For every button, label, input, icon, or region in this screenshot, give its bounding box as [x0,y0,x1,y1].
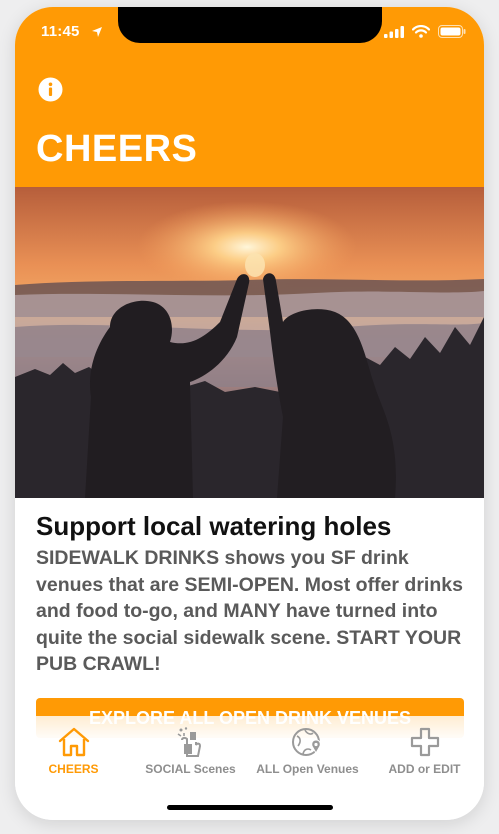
header: 11:45 CHEERS [15,7,484,187]
tab-label: ALL Open Venues [256,762,359,776]
page-title: CHEERS [36,128,198,170]
status-icons [384,25,466,43]
home-icon [15,726,132,758]
globe-pin-icon [249,726,366,758]
description-text: SIDEWALK DRINKS shows you SF drink venue… [36,547,463,675]
phone-screen: 11:45 CHEERS Support local watering hole… [15,7,484,820]
tab-add-or-edit[interactable]: ADD or EDIT [366,726,483,776]
main-content: Support local watering holes SIDEWALK DR… [36,511,466,678]
status-time: 11:45 [41,23,80,40]
battery-icon [438,25,466,43]
home-indicator [167,805,333,810]
wifi-icon [411,25,431,43]
headline: Support local watering holes [36,511,392,541]
tab-all-open-venues[interactable]: ALL Open Venues [249,726,366,776]
notch [118,7,382,43]
cheers-glasses-icon [132,726,249,758]
tab-cheers[interactable]: CHEERS [15,726,132,776]
location-arrow-icon [91,25,103,43]
tab-label: SOCIAL Scenes [145,762,236,776]
info-icon[interactable] [38,77,63,102]
plus-icon [366,726,483,758]
hero-image [15,187,484,498]
tab-label: ADD or EDIT [388,762,461,776]
tab-label: CHEERS [48,762,99,776]
tab-social-scenes[interactable]: SOCIAL Scenes [132,726,249,776]
signal-icon [384,25,404,43]
